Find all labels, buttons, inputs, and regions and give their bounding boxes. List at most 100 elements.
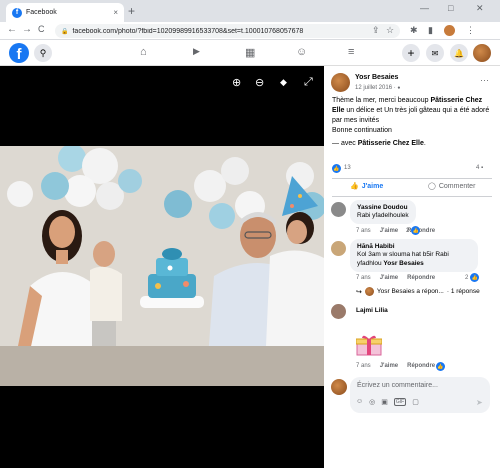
comment-bubble: Yassine Doudou Rabi yfadelhoulek: [350, 200, 416, 224]
emoji-icon[interactable]: ☺: [356, 398, 363, 406]
like-reaction-icon: 👍: [332, 164, 341, 173]
create-icon[interactable]: +: [402, 44, 420, 62]
browser-menu-icon[interactable]: ⋮: [466, 25, 475, 36]
reactions-count[interactable]: 13: [344, 165, 351, 171]
comment-time[interactable]: 7 ans: [356, 275, 371, 281]
comment-actions: 7 ans J'aime Répondre: [356, 363, 435, 369]
comment-like-button[interactable]: J'aime: [380, 363, 398, 369]
facebook-nav-bar: f ⚲ ⌂ ▶ ▦ ☺ ≡ + ✉ 🔔: [0, 40, 500, 66]
comment-actions: 7 ans J'aime Répondre: [356, 228, 435, 234]
comment-author[interactable]: Hānā Habibi: [357, 243, 471, 250]
comment-reactions[interactable]: 2 👍: [406, 226, 421, 235]
extensions-icon[interactable]: ✱: [410, 25, 418, 36]
forward-icon[interactable]: →: [22, 24, 32, 35]
marketplace-icon[interactable]: ▦: [245, 46, 255, 59]
comment-like-button[interactable]: J'aime: [380, 228, 398, 234]
url-text: facebook.com/photo/?fbid=102099899165337…: [72, 27, 304, 35]
commenter-avatar[interactable]: [331, 304, 346, 319]
post-paragraph-2: Bonne continuation: [332, 127, 392, 134]
comment-time[interactable]: 7 ans: [356, 228, 371, 234]
user-mention[interactable]: Yosr Besaies: [383, 260, 423, 267]
divider: [332, 178, 492, 179]
reload-icon[interactable]: C: [38, 24, 45, 34]
camera-icon[interactable]: ◎: [369, 398, 375, 406]
post-paragraph: Thème la mer, merci beaucoup Pâtisserie …: [332, 97, 490, 124]
zoom-in-icon[interactable]: ⊕: [232, 76, 241, 89]
window-close-icon[interactable]: ✕: [476, 3, 484, 14]
notifications-icon[interactable]: 🔔: [450, 44, 468, 62]
facebook-logo[interactable]: f: [9, 43, 29, 63]
gif-icon[interactable]: GIF: [393, 398, 407, 406]
photo-illustration: [0, 146, 324, 386]
thumbs-up-icon: 👍: [350, 183, 359, 190]
reply-arrow-icon: ↪: [356, 288, 362, 296]
search-icon[interactable]: ⚲: [34, 44, 52, 62]
comment-composer[interactable]: Écrivez un commentaire... ☺ ◎ ▣ GIF ▢ ➤: [350, 377, 490, 413]
post-more-icon[interactable]: ···: [480, 75, 489, 85]
bookmark-star-icon[interactable]: ☆: [386, 25, 394, 36]
share-icon[interactable]: ⇪: [372, 25, 380, 36]
send-icon[interactable]: ➤: [476, 398, 483, 407]
sidebar-icon[interactable]: ▮: [428, 25, 433, 36]
post-author[interactable]: Yosr Besaies: [355, 74, 398, 81]
reply-author-avatar: [364, 287, 374, 296]
messenger-icon[interactable]: ✉: [426, 44, 444, 62]
browser-toolbar: ← → C 🔒 facebook.com/photo/?fbid=1020998…: [0, 22, 500, 40]
comment-like-button[interactable]: J'aime: [380, 275, 398, 281]
public-audience-icon: ●: [397, 85, 401, 91]
divider: [332, 196, 492, 197]
comment-reply-button[interactable]: Répondre: [407, 363, 435, 369]
author-avatar[interactable]: [331, 73, 350, 92]
watch-icon[interactable]: ▶: [193, 46, 200, 57]
comment-actions: 7 ans J'aime Répondre: [356, 275, 435, 281]
like-reaction-icon: 👍: [411, 226, 421, 235]
comment-bubble-icon: ◯: [428, 183, 436, 190]
minimize-icon[interactable]: —: [420, 3, 429, 13]
maximize-icon[interactable]: □: [448, 3, 453, 13]
browser-tab-bar: f Facebook × + — □ ✕: [0, 0, 500, 22]
back-icon[interactable]: ←: [7, 24, 17, 35]
comment-author[interactable]: Yassine Doudou: [357, 204, 409, 211]
comment-time[interactable]: 7 ans: [356, 363, 371, 369]
like-reaction-icon[interactable]: 👍: [436, 362, 445, 371]
post-body: Thème la mer, merci beaucoup Pâtisserie …: [332, 96, 494, 149]
account-avatar[interactable]: [473, 44, 491, 62]
menu-icon[interactable]: ≡: [348, 46, 354, 58]
home-icon[interactable]: ⌂: [140, 46, 147, 58]
address-bar[interactable]: 🔒 facebook.com/photo/?fbid=1020998991653…: [55, 24, 400, 38]
gift-icon: [355, 335, 383, 356]
like-label: J'aime: [361, 182, 384, 190]
sticker-icon[interactable]: ▢: [412, 398, 419, 406]
comment-reply-button[interactable]: Répondre: [407, 275, 435, 281]
comment-label: Commenter: [438, 182, 476, 190]
like-reaction-icon: 👍: [470, 273, 480, 282]
comment-reactions[interactable]: 2 👍: [465, 273, 480, 282]
post-date[interactable]: 12 juillet 2016 · ●: [355, 85, 400, 91]
tagged-line: — avec Pâtisserie Chez Elle.: [332, 140, 426, 147]
tab-close-icon[interactable]: ×: [113, 8, 118, 17]
tagged-page[interactable]: Pâtisserie Chez Elle: [358, 140, 424, 147]
browser-tab[interactable]: f Facebook ×: [6, 3, 124, 22]
lock-icon: 🔒: [61, 28, 69, 35]
like-button[interactable]: 👍 J'aime: [350, 182, 384, 191]
tab-title: Facebook: [26, 9, 57, 16]
fullscreen-icon[interactable]: ⤢: [304, 76, 313, 89]
gift-sticker: [355, 334, 383, 356]
comment-bubble: Hānā Habibi Kol 3am w slouma hat b5ir Ra…: [350, 239, 478, 272]
tag-icon[interactable]: ◆: [280, 77, 287, 88]
comment-input[interactable]: Écrivez un commentaire...: [357, 382, 438, 389]
commenter-avatar[interactable]: [331, 202, 346, 217]
comment-button[interactable]: ◯ Commenter: [428, 182, 476, 191]
zoom-out-icon[interactable]: ⊖: [255, 76, 264, 89]
new-tab-button[interactable]: +: [128, 4, 135, 18]
comment-author[interactable]: Lajmi Lilia: [356, 307, 388, 314]
groups-icon[interactable]: ☺: [296, 46, 307, 58]
comments-count[interactable]: 4 ▪: [476, 165, 483, 171]
commenter-avatar[interactable]: [331, 241, 346, 256]
image-icon[interactable]: ▣: [381, 398, 388, 406]
comment-text: Rabi yfadelhoulek: [357, 212, 409, 219]
composer-tools: ☺ ◎ ▣ GIF ▢: [356, 398, 419, 406]
current-user-avatar: [331, 379, 347, 395]
profile-avatar[interactable]: [444, 25, 455, 36]
view-replies-link[interactable]: ↪ Yosr Besaies a répon... · 1 réponse: [356, 287, 480, 296]
